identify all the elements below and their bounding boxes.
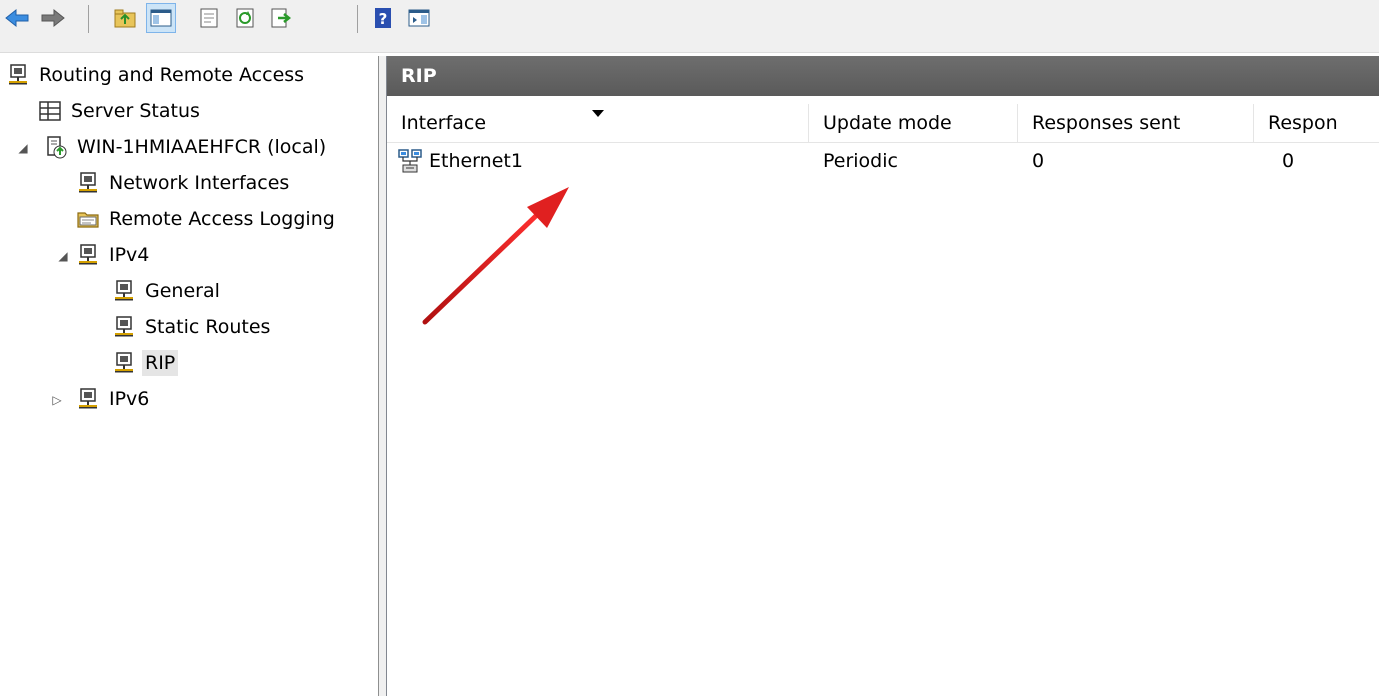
tree-item-ipv6[interactable]: IPv6 bbox=[76, 382, 152, 416]
column-header: Interface Update mode Responses sent Res… bbox=[387, 104, 1379, 143]
tree-label: WIN-1HMIAAEHFCR (local) bbox=[77, 136, 327, 158]
svg-text:?: ? bbox=[379, 10, 388, 28]
collapse-arrow-icon[interactable]: ◢ bbox=[16, 141, 30, 155]
cell-interface: Ethernet1 bbox=[397, 144, 523, 178]
export-list-icon[interactable] bbox=[266, 3, 296, 33]
column-interface[interactable]: Interface bbox=[387, 104, 809, 142]
collapse-arrow-icon[interactable]: ◢ bbox=[56, 249, 70, 263]
server-status-icon bbox=[39, 101, 61, 121]
column-label: Update mode bbox=[823, 112, 952, 134]
refresh-icon[interactable] bbox=[230, 3, 260, 33]
network-interface-icon bbox=[398, 149, 422, 173]
tree-item-static-routes[interactable]: Static Routes bbox=[112, 310, 273, 344]
properties-icon[interactable] bbox=[194, 3, 224, 33]
cell-update-mode: Periodic bbox=[823, 150, 898, 172]
column-update-mode[interactable]: Update mode bbox=[809, 104, 1018, 142]
tree-item-rip[interactable]: RIP bbox=[112, 346, 179, 380]
column-label: Interface bbox=[401, 112, 487, 134]
tree-label: RIP bbox=[142, 350, 179, 376]
tree-label: IPv4 bbox=[109, 244, 150, 266]
show-hide-action-pane-icon[interactable] bbox=[404, 3, 434, 33]
network-node-icon bbox=[9, 64, 27, 85]
pane-splitter[interactable] bbox=[379, 56, 386, 696]
column-label: Respon bbox=[1268, 112, 1338, 134]
tree-label: Routing and Remote Access bbox=[39, 64, 305, 86]
expand-arrow-icon[interactable]: ▷ bbox=[50, 393, 64, 407]
show-hide-tree-icon[interactable] bbox=[146, 3, 176, 33]
console-tree: Routing and Remote Access Server Status … bbox=[0, 56, 378, 696]
cell-responses-sent: 0 bbox=[1032, 150, 1045, 172]
tree-item-ipv4[interactable]: IPv4 bbox=[76, 238, 152, 272]
back-icon[interactable] bbox=[2, 3, 32, 33]
tree-label: Remote Access Logging bbox=[109, 208, 335, 230]
tree-label: Static Routes bbox=[145, 316, 271, 338]
tree-label: Network Interfaces bbox=[109, 172, 290, 194]
tree-item-server-status[interactable]: Server Status bbox=[38, 94, 203, 128]
tree-item-general[interactable]: General bbox=[112, 274, 223, 308]
tree-label: IPv6 bbox=[109, 388, 150, 410]
column-responses-received[interactable]: Respon bbox=[1254, 104, 1379, 142]
network-node-icon bbox=[115, 316, 133, 337]
tree-item-remote-access-logging[interactable]: Remote Access Logging bbox=[76, 202, 338, 236]
tree-label: Server Status bbox=[71, 100, 200, 122]
panel-title: RIP bbox=[387, 56, 1379, 96]
server-icon bbox=[47, 136, 67, 159]
column-responses-sent[interactable]: Responses sent bbox=[1018, 104, 1254, 142]
folder-icon bbox=[77, 212, 99, 228]
toolbar: ? bbox=[0, 0, 1379, 53]
tree-item-network-interfaces[interactable]: Network Interfaces bbox=[76, 166, 292, 200]
tree-item-routing-remote-access[interactable]: Routing and Remote Access bbox=[6, 58, 307, 92]
network-node-icon bbox=[79, 172, 97, 193]
network-node-icon bbox=[79, 244, 97, 265]
tree-label: General bbox=[145, 280, 220, 302]
network-node-icon bbox=[115, 352, 133, 373]
table-row[interactable]: Ethernet1 Periodic 0 0 bbox=[387, 144, 1379, 178]
network-node-icon bbox=[115, 280, 133, 301]
cell-responses-received: 0 bbox=[1282, 150, 1295, 172]
sort-arrow-icon bbox=[592, 110, 604, 117]
details-list: Interface Update mode Responses sent Res… bbox=[387, 98, 1379, 696]
tree-item-server[interactable]: WIN-1HMIAAEHFCR (local) bbox=[44, 130, 329, 164]
network-node-icon bbox=[79, 388, 97, 409]
column-label: Responses sent bbox=[1032, 112, 1181, 134]
up-folder-icon[interactable] bbox=[110, 3, 140, 33]
help-icon[interactable]: ? bbox=[368, 3, 398, 33]
forward-icon[interactable] bbox=[38, 3, 68, 33]
interface-name: Ethernet1 bbox=[429, 150, 523, 172]
